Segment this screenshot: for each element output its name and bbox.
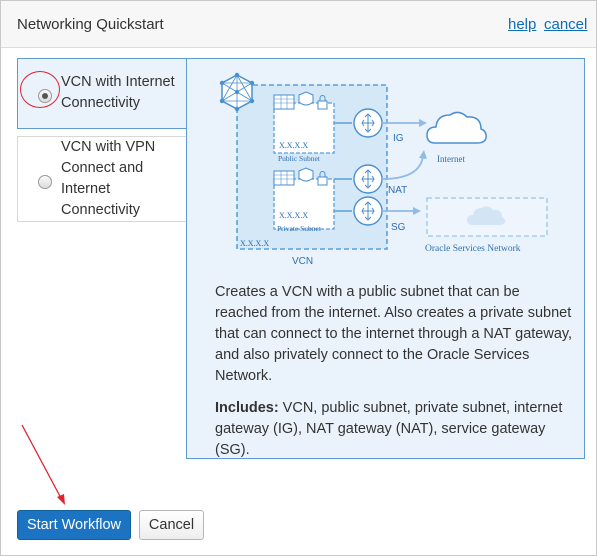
cancel-link[interactable]: cancel [544, 16, 587, 33]
option-includes: Includes: VCN, public subnet, private su… [215, 398, 575, 461]
option-details-panel: X.X.X.X Public Subnet X.X.X.X Private Su… [186, 58, 585, 459]
start-workflow-button[interactable]: Start Workflow [17, 510, 131, 540]
ig-label: IG [393, 133, 404, 144]
public-subnet-label: Public Subnet [278, 154, 321, 163]
nat-gateway-icon [353, 164, 383, 194]
option-label-vcn-vpn: VCN with VPN Connect and Internet Connec… [61, 139, 156, 218]
internet-cloud-icon [426, 111, 487, 144]
vcn-ip: X.X.X.X [240, 239, 269, 248]
includes-label: Includes: [215, 400, 279, 416]
internet-gateway-icon [353, 108, 383, 138]
option-label-vcn-internet: VCN with Internet Connectivity [61, 74, 175, 111]
networking-quickstart-dialog: Networking Quickstart help cancel VCN wi… [0, 0, 597, 556]
radio-vcn-vpn[interactable] [38, 175, 52, 189]
service-gateway-icon [353, 196, 383, 226]
vcn-topology-diagram: X.X.X.X Public Subnet X.X.X.X Private Su… [219, 72, 548, 266]
private-subnet-label: Private Subnet [277, 224, 322, 233]
private-subnet-ip: X.X.X.X [279, 211, 308, 220]
sg-label: SG [391, 222, 406, 233]
option-vcn-internet[interactable]: VCN with Internet Connectivity [17, 58, 187, 129]
radio-vcn-internet[interactable] [38, 89, 52, 103]
private-subnet-box [273, 178, 335, 230]
option-description: Creates a VCN with a public subnet that … [215, 284, 573, 384]
option-vcn-vpn[interactable]: VCN with VPN Connect and Internet Connec… [17, 136, 187, 222]
vcn-label: VCN [292, 256, 313, 266]
cancel-button[interactable]: Cancel [139, 510, 204, 540]
internet-label: Internet [437, 154, 465, 164]
dialog-header: Networking Quickstart help cancel [1, 1, 596, 48]
help-link[interactable]: help [508, 16, 536, 33]
arrowheads [413, 119, 427, 215]
nat-label: NAT [388, 185, 407, 196]
public-subnet-ip: X.X.X.X [279, 141, 308, 150]
oracle-services-label: Oracle Services Network [425, 244, 521, 254]
dialog-title: Networking Quickstart [17, 16, 164, 33]
